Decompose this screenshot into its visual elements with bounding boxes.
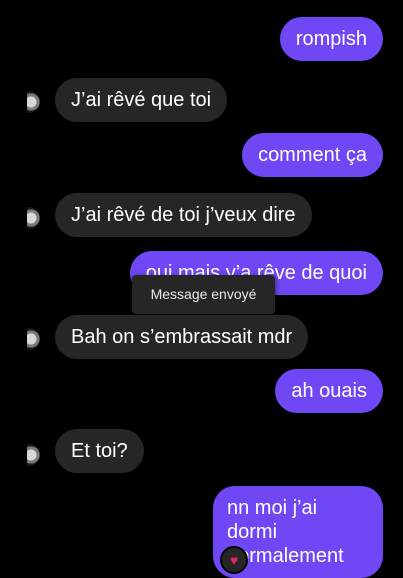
message-text: Et toi? bbox=[71, 440, 128, 462]
contact-avatar[interactable] bbox=[20, 91, 40, 113]
message-text: J’ai rêvé de toi j’veux dire bbox=[71, 204, 296, 226]
chat-thread: rompish J’ai rêvé que toi comment ça J’a… bbox=[0, 0, 403, 578]
message-text: ah ouais bbox=[291, 380, 367, 402]
message-sent[interactable]: ah ouais bbox=[275, 369, 383, 413]
message-text-line: nn moi j’ai dormi bbox=[227, 497, 318, 543]
message-text: comment ça bbox=[258, 144, 367, 166]
reaction-emoji: ♥ bbox=[229, 552, 239, 568]
heart-icon[interactable]: ♥ bbox=[220, 546, 248, 574]
message-text: J’ai rêvé que toi bbox=[71, 89, 212, 111]
tooltip-text: Message envoyé bbox=[150, 286, 257, 302]
message-text: rompish bbox=[295, 28, 367, 50]
message-received[interactable]: J’ai rêvé de toi j’veux dire bbox=[55, 193, 312, 237]
message-received[interactable]: Bah on s’embrassait mdr bbox=[55, 315, 309, 359]
contact-avatar[interactable] bbox=[20, 207, 40, 229]
message-received[interactable]: Et toi? bbox=[55, 429, 144, 473]
message-sent[interactable]: rompish bbox=[279, 17, 383, 61]
message-sent-tooltip: Message envoyé bbox=[132, 275, 275, 314]
message-text: Bah on s’embrassait mdr bbox=[71, 326, 293, 348]
message-sent[interactable]: comment ça bbox=[242, 133, 383, 177]
message-received[interactable]: J’ai rêvé que toi bbox=[55, 78, 228, 122]
contact-avatar[interactable] bbox=[20, 444, 40, 466]
contact-avatar[interactable] bbox=[20, 328, 40, 350]
message-text-line: normalement bbox=[227, 545, 344, 567]
